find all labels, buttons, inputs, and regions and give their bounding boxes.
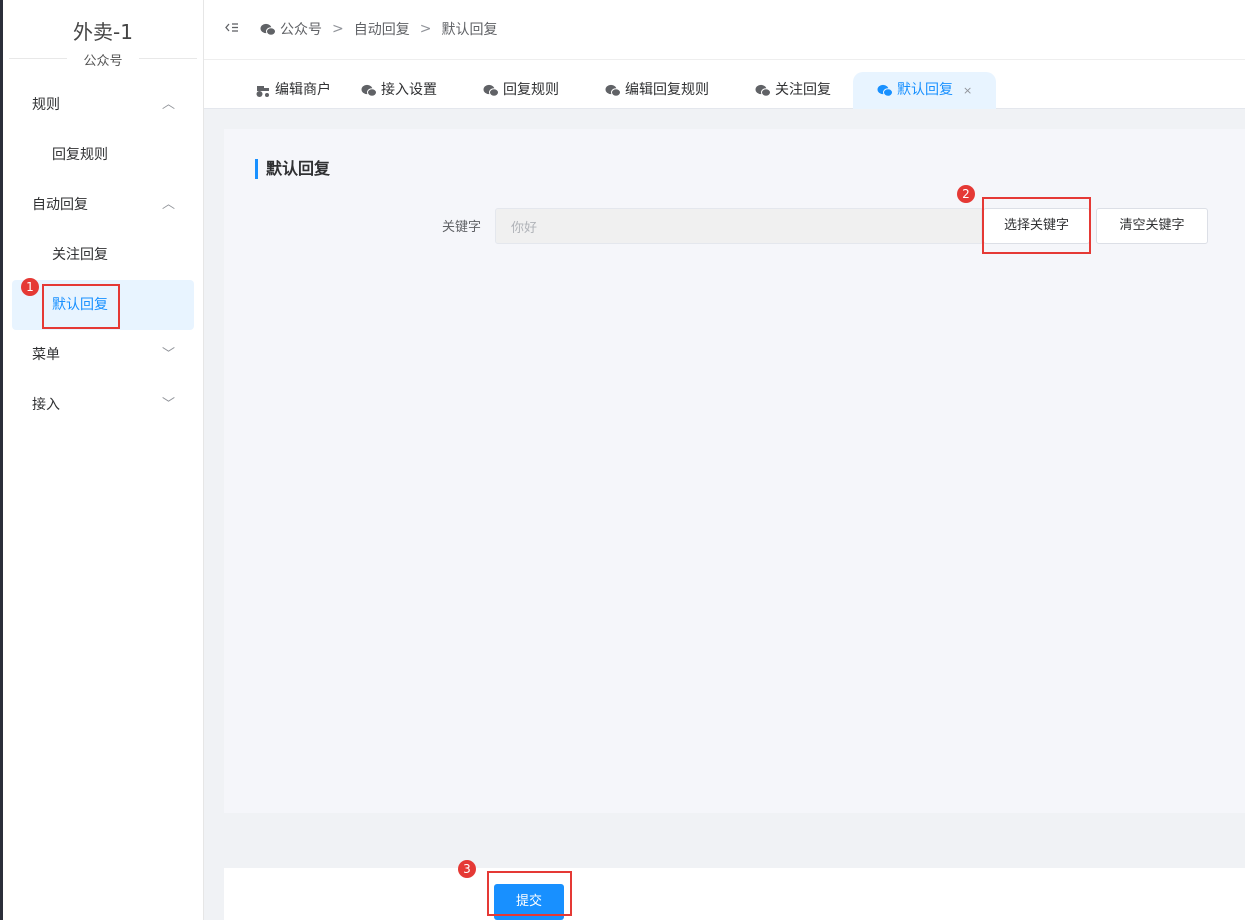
sidebar-item-label: 回复规则 (52, 147, 108, 163)
tab-label: 接入设置 (381, 82, 437, 98)
wechat-icon (605, 84, 621, 97)
main-card: 默认回复 关键字 选择关键字 清空关键字 (224, 129, 1245, 813)
menu-group-access[interactable]: 接入 ﹀ (3, 380, 203, 430)
tractor-icon (256, 85, 269, 97)
tab-default-reply[interactable]: 默认回复 × (853, 72, 997, 109)
tab-label: 编辑商户 (275, 82, 331, 98)
breadcrumb-item-current: 默认回复 (441, 22, 498, 38)
brand: 外卖-1 公众号 (3, 0, 203, 69)
tab-bar: 编辑商户 接入设置 回复规则 编辑回复规则 关注回复 默认回复 × (204, 60, 1245, 109)
top-header: 公众号 > 自动回复 > 默认回复 (204, 0, 1245, 60)
clear-keyword-button[interactable]: 清空关键字 (1096, 208, 1208, 244)
footer-bar (224, 868, 1245, 920)
annotation-badge-3: 3 (458, 860, 476, 878)
menu-fold-icon[interactable] (224, 20, 240, 36)
brand-title: 外卖-1 (73, 20, 133, 44)
sidebar: 外卖-1 公众号 规则 ︿ 回复规则 自动回复 ︿ 关注回复 默认回复 菜单 ﹀… (3, 0, 204, 920)
wechat-icon (877, 84, 893, 97)
tab-follow-reply[interactable]: 关注回复 (755, 72, 831, 109)
tab-edit-reply-rules[interactable]: 编辑回复规则 (605, 72, 709, 109)
chevron-down-icon: ﹀ (161, 347, 175, 362)
breadcrumb: 公众号 > 自动回复 > 默认回复 (260, 19, 497, 39)
annotation-badge-1: 1 (21, 278, 39, 296)
sidebar-item-reply-rules[interactable]: 回复规则 (3, 130, 203, 180)
menu-group-rules[interactable]: 规则 ︿ (3, 80, 203, 130)
brand-subtitle: 公众号 (83, 54, 123, 69)
tab-label: 默认回复 (897, 82, 953, 98)
menu-group-menu[interactable]: 菜单 ﹀ (3, 330, 203, 380)
chevron-down-icon: ﹀ (161, 397, 175, 412)
menu-group-auto-reply[interactable]: 自动回复 ︿ (3, 180, 203, 230)
keyword-input[interactable] (495, 208, 982, 244)
tab-label: 关注回复 (775, 82, 831, 98)
breadcrumb-separator: > (332, 21, 344, 37)
wechat-icon (483, 84, 499, 97)
tab-label: 回复规则 (503, 82, 559, 98)
wechat-icon (755, 84, 771, 97)
sidebar-item-follow-reply[interactable]: 关注回复 (3, 230, 203, 280)
tab-access-settings[interactable]: 接入设置 (361, 72, 437, 109)
breadcrumb-separator: > (419, 21, 432, 37)
chevron-up-icon: ︿ (161, 97, 175, 112)
annotation-box-1 (42, 284, 120, 329)
menu-group-label: 自动回复 (32, 197, 88, 213)
brand-divider-right (139, 58, 197, 59)
tab-edit-merchant[interactable]: 编辑商户 (255, 72, 331, 109)
annotation-badge-2: 2 (957, 185, 975, 203)
menu-group-label: 接入 (32, 397, 60, 413)
wechat-icon (260, 21, 280, 37)
tab-reply-rules[interactable]: 回复规则 (483, 72, 559, 109)
menu-group-label: 规则 (32, 97, 60, 113)
keyword-label: 关键字 (442, 220, 482, 235)
sidebar-item-label: 关注回复 (52, 247, 108, 263)
wechat-icon (361, 84, 377, 97)
close-icon[interactable]: × (963, 72, 972, 109)
page-title: 默认回复 (255, 159, 330, 179)
annotation-box-3 (487, 871, 572, 916)
annotation-box-2 (982, 197, 1091, 254)
breadcrumb-item[interactable]: 自动回复 (354, 19, 410, 39)
tab-label: 编辑回复规则 (625, 82, 709, 98)
chevron-up-icon: ︿ (161, 197, 175, 212)
menu-group-label: 菜单 (32, 347, 60, 363)
breadcrumb-item[interactable]: 公众号 (280, 19, 322, 39)
